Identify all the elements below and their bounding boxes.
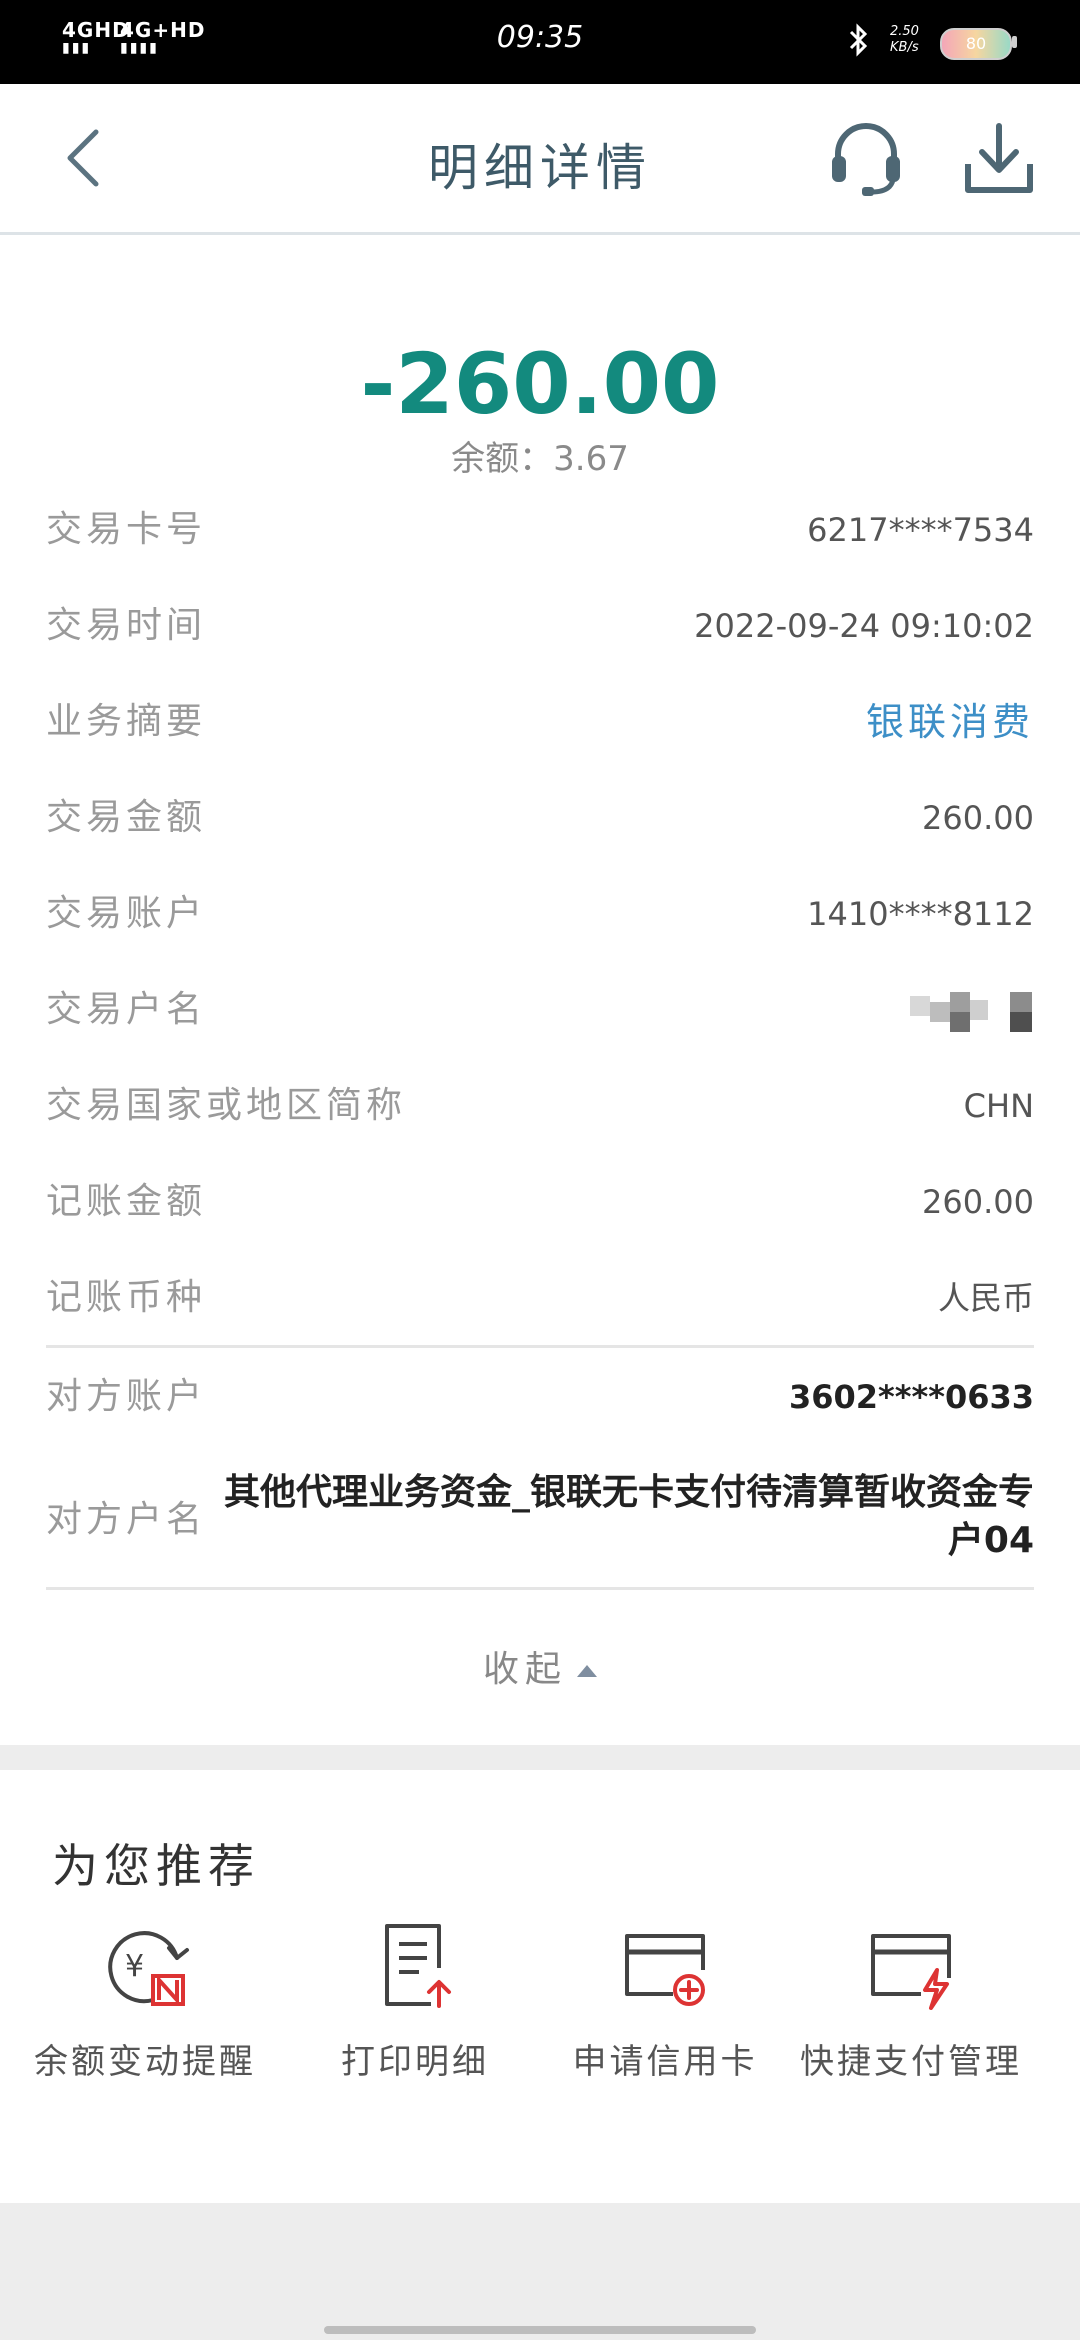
recommend-apply-credit-card[interactable]: 申请信用卡 [540,1918,790,2082]
section-divider [46,1345,1034,1348]
battery-icon: 80 [940,28,1012,60]
detail-value: 其他代理业务资金_银联无卡支付待清算暂收资金专户04 [223,1472,1034,1561]
network-speed-unit: KB/s [890,40,919,55]
recommend-item-label: 余额变动提醒 [34,2042,256,2082]
customer-service-button[interactable] [826,118,906,198]
collapse-label: 收起 [482,1649,567,1690]
detail-value: 人民币 [937,1279,1034,1317]
apply-card-icon [625,1934,705,2006]
detail-value: 1410****8112 [807,895,1034,933]
page-title: 明细详情 [428,139,652,197]
recommend-balance-alert[interactable]: ¥ 余额变动提醒 [20,1918,270,2082]
account-balance: 余额：3.67 [451,439,629,479]
detail-label: 交易国家或地区简称 [46,1085,407,1126]
detail-label: 交易卡号 [46,509,207,550]
transaction-detail-card: -260.00 余额：3.67 交易卡号 6217****7534 交易时间 2… [0,235,1080,1745]
detail-label: 记账金额 [46,1181,207,1222]
detail-row-time: 交易时间 2022-09-24 09:10:02 [46,578,1034,674]
network-speed: 2.50 KB/s [890,24,919,56]
battery-tip [1012,36,1017,48]
recommend-quick-pay[interactable]: 快捷支付管理 [786,1918,1036,2082]
bluetooth-icon [845,22,873,66]
detail-label: 记账币种 [46,1277,207,1318]
detail-row-amount: 交易金额 260.00 [46,770,1034,866]
headset-icon [832,123,900,196]
recommend-item-label: 快捷支付管理 [800,2042,1022,2082]
recommend-item-label: 申请信用卡 [572,2042,758,2082]
recommend-print-detail[interactable]: 打印明细 [290,1918,540,2082]
detail-value: 260.00 [922,1183,1034,1221]
download-button[interactable] [962,120,1036,196]
detail-label: 交易账户 [46,893,207,934]
detail-value: CHN [963,1087,1034,1125]
detail-row-card-number: 交易卡号 6217****7534 [46,482,1034,578]
detail-label: 交易金额 [46,797,207,838]
detail-label: 业务摘要 [46,701,207,742]
home-indicator[interactable] [324,2326,756,2334]
detail-row-summary: 业务摘要 银联消费 [46,674,1034,770]
battery-level: 80 [965,34,987,53]
detail-label: 对方账户 [46,1376,207,1417]
business-summary-link[interactable]: 银联消费 [866,674,1034,770]
top-nav-bar: 明细详情 [0,84,1080,235]
detail-row-counterparty-name: 对方户名 其他代理业务资金_银联无卡支付待清算暂收资金专户04 [46,1445,1034,1595]
status-bar: 4GHD ▮▮▮ 4G+HD ▮▮▮▮ 09:35 2.50 KB/s 80 [0,0,1080,84]
detail-value: 6217****7534 [807,511,1034,549]
redacted-name-mosaic [910,992,1034,1032]
detail-row-booking-amount: 记账金额 260.00 [46,1154,1034,1250]
detail-value: 3602****0633 [788,1378,1034,1416]
detail-row-counterparty-account: 对方账户 3602****0633 [46,1349,1034,1445]
detail-row-account: 交易账户 1410****8112 [46,866,1034,962]
detail-label: 交易户名 [46,989,207,1030]
quick-pay-icon [871,1934,951,2010]
svg-text:¥: ¥ [125,1949,144,1984]
detail-row-currency: 记账币种 人民币 [46,1250,1034,1346]
detail-value: 260.00 [922,799,1034,837]
recommend-item-label: 打印明细 [341,2042,489,2082]
detail-label: 交易时间 [46,605,207,646]
detail-label: 对方户名 [46,1499,207,1540]
recommend-section: 为您推荐 ¥ 余额变动提醒 打印明细 申请信用卡 快捷支付管理 [0,1770,1080,2203]
balance-alert-icon: ¥ [108,1931,189,2006]
transaction-amount: -260.00 [360,335,720,433]
collapse-button[interactable]: 收起 [0,1640,1080,1692]
detail-row-country: 交易国家或地区简称 CHN [46,1058,1034,1154]
network-speed-value: 2.50 [890,24,919,39]
section-divider [46,1587,1034,1590]
download-icon [965,123,1033,193]
recommend-title: 为您推荐 [52,1839,260,1893]
detail-row-account-name: 交易户名 [46,962,1034,1058]
print-detail-icon [385,1924,451,2008]
detail-value: 2022-09-24 09:10:02 [694,607,1034,645]
triangle-up-icon [577,1665,597,1677]
